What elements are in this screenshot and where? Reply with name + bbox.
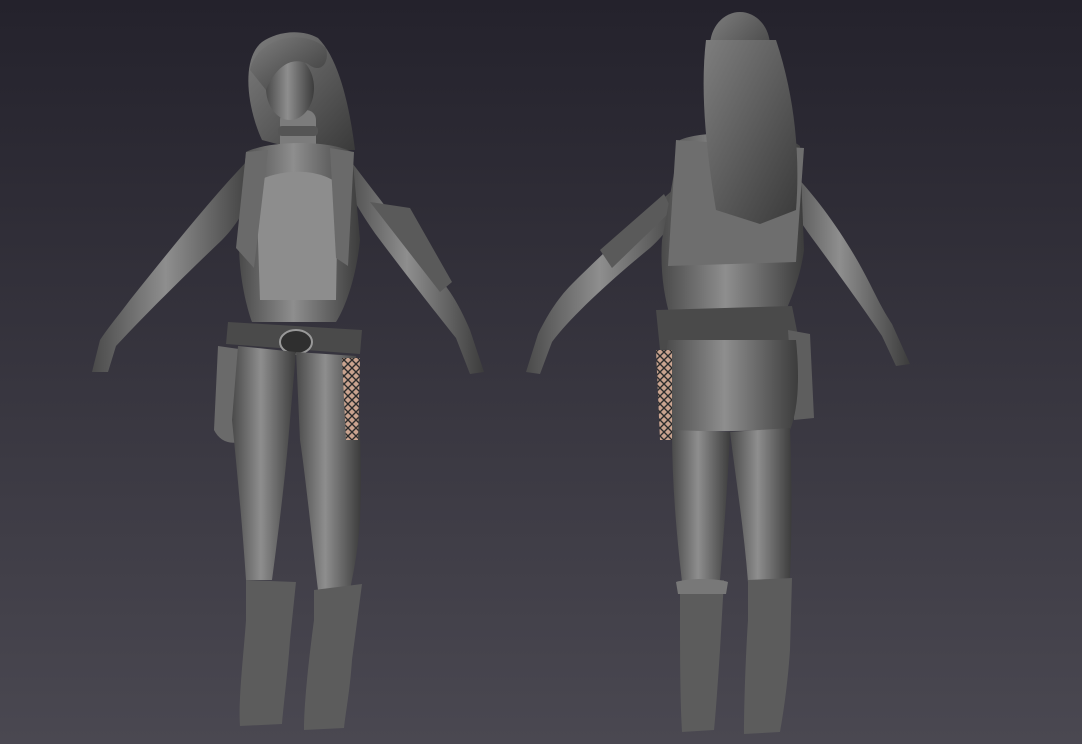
back-boot-cuff xyxy=(676,579,728,594)
turnaround-render xyxy=(0,0,1082,744)
front-belt-buckle xyxy=(279,329,313,355)
back-long-hair xyxy=(703,40,798,224)
front-choker xyxy=(278,126,318,136)
back-hips xyxy=(664,340,798,432)
front-corset xyxy=(256,171,338,300)
render-viewport xyxy=(0,0,1082,744)
background xyxy=(0,0,1082,744)
back-left-leg xyxy=(672,430,730,582)
